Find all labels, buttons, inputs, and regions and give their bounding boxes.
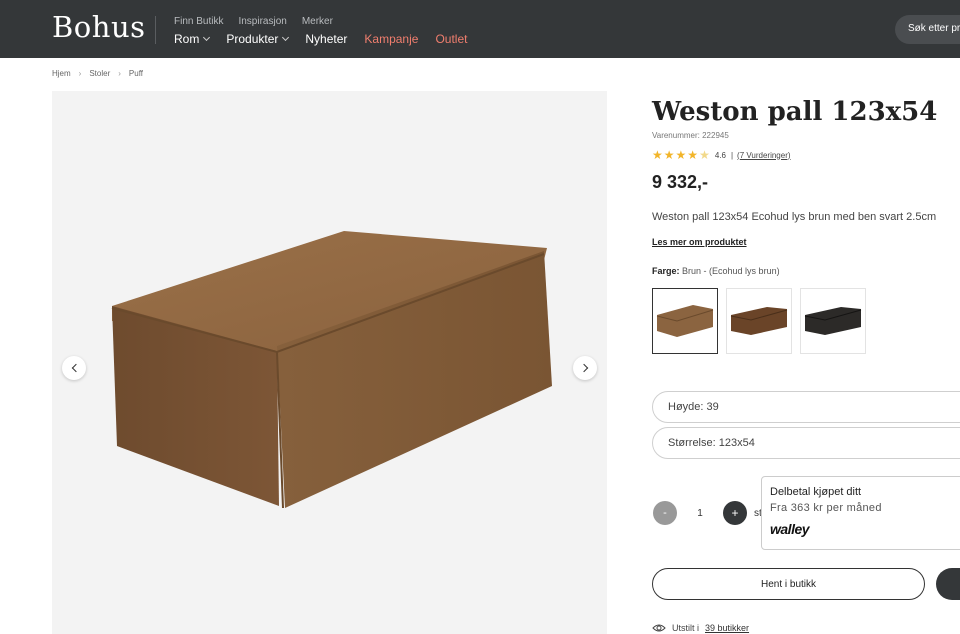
chevron-left-icon: [71, 363, 80, 373]
product-sku: Varenummer: 222945: [652, 131, 729, 140]
rating-value: 4.6: [714, 150, 726, 160]
nav-item-kampanje[interactable]: Kampanje: [364, 32, 418, 46]
height-selector[interactable]: Høyde: 39: [652, 391, 960, 423]
quantity-value[interactable]: 1: [677, 508, 723, 519]
pickup-in-store-button[interactable]: Hent i butikk: [652, 568, 925, 600]
star-icon: ★: [652, 148, 663, 162]
nav-item-label: Rom: [174, 32, 200, 46]
nav-item-label: Produkter: [226, 32, 279, 46]
chevron-right-icon: ›: [118, 69, 121, 78]
nav-item-label: Kampanje: [364, 32, 419, 46]
main-nav: Rom Produkter Nyheter Kampanje Outlet: [174, 32, 467, 46]
swatch-svart[interactable]: [800, 288, 866, 354]
quantity-decrease-button[interactable]: -: [653, 501, 677, 525]
top-link-merker[interactable]: Merker: [302, 16, 333, 27]
top-links: Finn Butikk Inspirasjon Merker: [174, 16, 333, 27]
breadcrumb-item-stoler[interactable]: Stoler: [89, 69, 110, 78]
store-stock: Utstilt i 39 butikker: [652, 623, 749, 633]
search-button[interactable]: Søk etter pr: [895, 15, 960, 44]
gallery-prev-button[interactable]: [62, 356, 86, 380]
reviews-link[interactable]: (7 Vurderinger): [737, 151, 791, 160]
nav-item-nyheter[interactable]: Nyheter: [305, 32, 347, 46]
color-label-value: Brun - (Ecohud lys brun): [682, 266, 780, 276]
nav-item-outlet[interactable]: Outlet: [435, 32, 467, 46]
color-label: Farge: Brun - (Ecohud lys brun): [652, 266, 780, 276]
eye-icon: [652, 624, 666, 632]
swatch-image: [730, 307, 788, 335]
product-title: Weston pall 123x54: [652, 97, 938, 127]
product-rating: ★ ★ ★ ★ ★ 4.6 | (7 Vurderinger): [652, 149, 791, 161]
size-selector[interactable]: Størrelse: 123x54: [652, 427, 960, 459]
swatch-image: [804, 307, 862, 335]
breadcrumb: Hjem › Stoler › Puff: [52, 69, 143, 78]
top-link-finn-butikk[interactable]: Finn Butikk: [174, 16, 223, 27]
header-divider: [155, 16, 156, 44]
walley-subtitle: Fra 363 kr per måned: [770, 502, 882, 514]
walley-logo: walley: [770, 521, 810, 537]
stock-prefix: Utstilt i: [672, 623, 699, 633]
rating-separator: |: [730, 150, 734, 160]
product-description: Weston pall 123x54 Ecohud lys brun med b…: [652, 211, 937, 223]
breadcrumb-item-hjem[interactable]: Hjem: [52, 69, 71, 78]
color-label-key: Farge:: [652, 266, 680, 276]
half-star-icon: ★: [699, 148, 710, 162]
quantity-stepper: - 1 + stk: [653, 501, 767, 525]
quantity-increase-button[interactable]: +: [723, 501, 747, 525]
walley-financing-box[interactable]: Delbetal kjøpet ditt Fra 363 kr per måne…: [761, 476, 960, 550]
chevron-down-icon: [203, 33, 211, 42]
walley-title: Delbetal kjøpet ditt: [770, 486, 862, 498]
product-image: [111, 231, 552, 509]
nav-item-produkter[interactable]: Produkter: [226, 32, 290, 46]
bohus-logo[interactable]: Bohus: [52, 10, 146, 44]
star-icon: ★: [675, 148, 687, 162]
chevron-down-icon: [282, 33, 290, 42]
product-price: 9 332,-: [652, 172, 709, 192]
add-to-cart-button[interactable]: [936, 568, 960, 600]
top-link-inspirasjon[interactable]: Inspirasjon: [238, 16, 286, 27]
read-more-link[interactable]: Les mer om produktet: [652, 237, 747, 247]
nav-item-rom[interactable]: Rom: [174, 32, 211, 46]
stores-link[interactable]: 39 butikker: [705, 623, 749, 633]
site-header: Bohus Finn Butikk Inspirasjon Merker Rom…: [0, 0, 960, 58]
breadcrumb-item-puff[interactable]: Puff: [129, 69, 143, 78]
chevron-right-icon: [579, 363, 588, 373]
swatch-brun[interactable]: [652, 288, 718, 354]
nav-item-label: Outlet: [435, 32, 468, 46]
product-gallery: [52, 91, 607, 634]
star-icon: ★: [687, 148, 699, 162]
nav-item-label: Nyheter: [305, 32, 348, 46]
color-swatches: [652, 288, 866, 354]
chevron-right-icon: ›: [78, 69, 82, 78]
swatch-image: [656, 305, 714, 337]
star-icon: ★: [663, 148, 675, 162]
swatch-mork-brun[interactable]: [726, 288, 792, 354]
gallery-next-button[interactable]: [573, 356, 597, 380]
